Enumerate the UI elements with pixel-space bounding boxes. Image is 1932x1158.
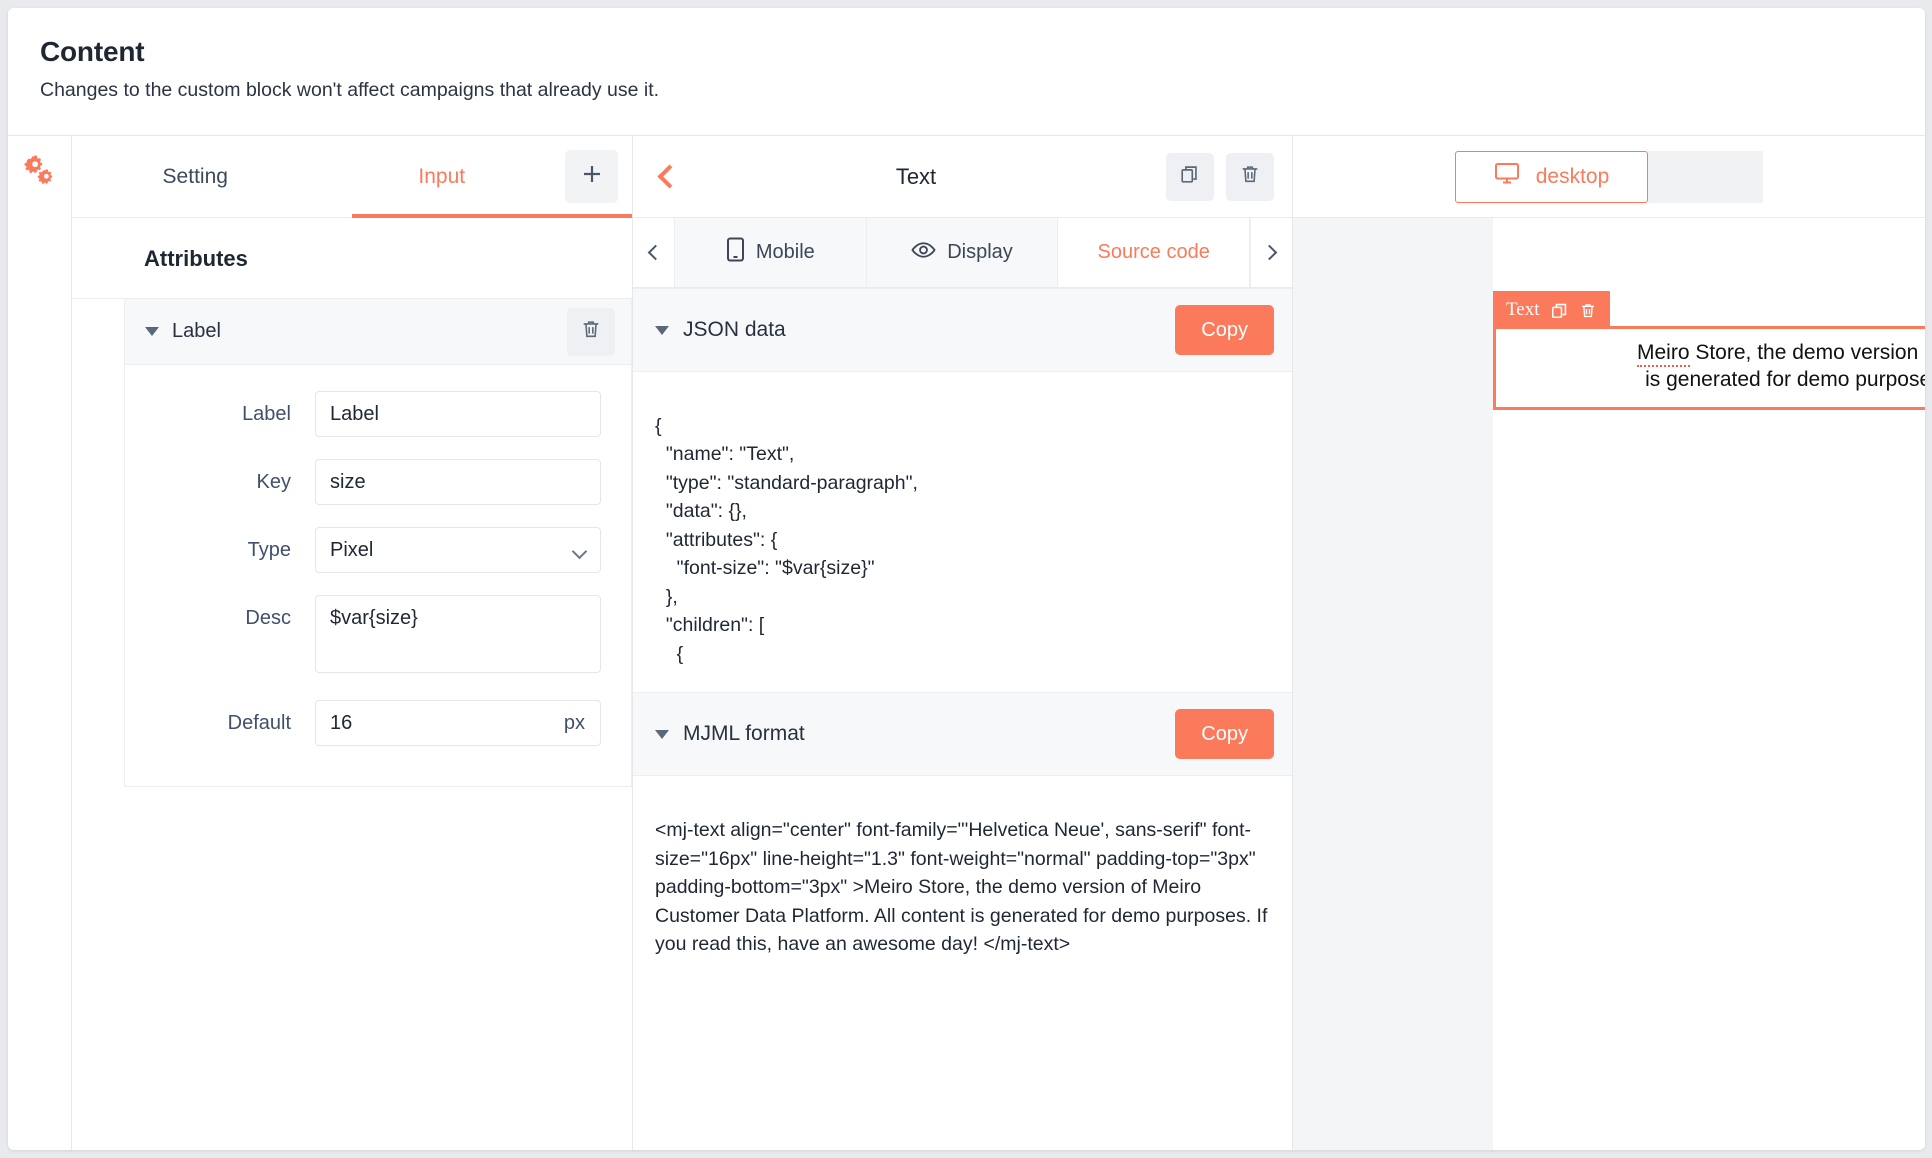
tab-mobile-label: Mobile [755,241,815,263]
device-toggle: desktop [1454,150,1764,203]
attributes-heading: Attributes [72,218,632,299]
attribute-section-header[interactable]: Label [125,299,631,365]
tab-setting[interactable]: Setting [72,136,319,218]
default-unit-suffix: px [563,712,585,734]
default-input[interactable] [315,700,601,746]
field-default: Default px [125,700,601,746]
duplicate-block-button[interactable] [1166,152,1214,201]
copy-icon [1179,163,1201,190]
trash-icon [1239,163,1261,190]
page-subtitle: Changes to the custom block won't affect… [40,79,660,101]
mjml-section-title: MJML format [683,722,805,746]
preview-block-badge: Text [1493,291,1610,329]
preview-panel: desktop Text Meiro Store, the demo versi… [1293,136,1925,1150]
preview-duplicate-button[interactable] [1550,301,1569,320]
attribute-section-title: Label [172,320,221,342]
page-title: Content [40,36,145,67]
trash-icon [580,318,602,345]
delete-attribute-button[interactable] [567,307,615,356]
source-panel: Text Mobile Display Source code JSON dat… [633,136,1293,1150]
device-toggle-spacer [1648,150,1764,203]
tab-source-code-label: Source code [1097,241,1210,263]
email-canvas: Text Meiro Store, the demo version of is… [1493,218,1925,1150]
field-label: Label [125,391,601,437]
chevron-left-icon [647,244,664,261]
chevron-right-icon [1261,244,1278,261]
preview-stage: Text Meiro Store, the demo version of is… [1293,218,1925,1150]
label-field-label: Label [242,403,291,425]
tabs-next-button[interactable] [1250,218,1293,287]
source-panel-header: Text [633,136,1292,218]
device-desktop-button[interactable]: desktop [1454,150,1649,203]
copy-mjml-button[interactable]: Copy [1175,709,1274,760]
json-section-title: JSON data [683,318,786,341]
preview-text-content: Meiro Store, the demo version of Meiro C… [1496,329,1925,407]
key-field-label: Key [256,471,291,493]
json-section-header: JSON data Copy [633,288,1292,372]
key-input[interactable] [315,459,601,505]
source-panel-title: Text [895,163,937,189]
delete-block-button[interactable] [1226,152,1274,201]
plus-icon [580,162,604,191]
add-attribute-button[interactable] [565,150,618,203]
desc-field-label: Desc [245,607,291,629]
caret-down-icon[interactable] [655,325,669,335]
tab-mobile[interactable]: Mobile [675,218,867,287]
json-code: { "name": "Text", "type": "standard-para… [655,415,918,665]
tab-display[interactable]: Display [866,218,1059,287]
settings-rail [8,136,72,1150]
preview-text-block[interactable]: Text Meiro Store, the demo version of is… [1493,291,1925,410]
preview-toolbar: desktop [1293,136,1925,218]
preview-text-line-1-mid: Store, the demo version of [1689,341,1925,364]
field-key: Key [125,459,601,505]
page-header: Content Changes to the custom block won'… [8,8,1925,136]
attributes-panel: Setting Input Attributes Label Label Lab… [72,136,633,1150]
gears-icon[interactable] [20,152,71,193]
field-desc: Desc [125,595,601,678]
attribute-fields: Label Key [125,365,631,786]
preview-text-line-2: is generated for demo purposes. If you r… [1645,367,1925,391]
tab-source-code[interactable]: Source code [1058,218,1251,287]
desc-textarea[interactable] [315,595,601,673]
preview-block-badge-label: Text [1506,299,1540,320]
preview-text-line-1: Meiro Store, the demo version of Meiro C… [1504,340,1925,367]
label-input[interactable] [315,391,601,437]
caret-down-icon[interactable] [655,729,669,739]
panel-tabs: Setting Input [72,136,632,218]
tab-input[interactable]: Input [319,136,566,218]
tabs-prev-button[interactable] [633,218,675,287]
default-field-label: Default [227,712,291,734]
copy-json-button[interactable]: Copy [1175,305,1274,355]
eye-icon [911,240,936,266]
field-type: Type [125,527,601,573]
workspace: Setting Input Attributes Label Label Lab… [8,136,1925,1150]
attribute-card: Label Label Label Key size Type Pixel De… [124,299,632,787]
preview-misspelled-word: Meiro [1636,341,1690,367]
tab-display-label: Display [947,241,1013,263]
caret-down-icon[interactable] [145,327,159,336]
mjml-section-header: MJML format Copy [633,692,1292,777]
monitor-icon [1494,162,1520,191]
mobile-icon [726,237,745,268]
preview-delete-button[interactable] [1579,301,1597,320]
device-desktop-label: desktop [1535,164,1610,188]
type-select[interactable] [315,527,601,573]
source-tabs: Mobile Display Source code [633,218,1293,288]
mjml-code: <mj-text align="center" font-family="'He… [655,819,1268,956]
type-field-label: Type [247,539,291,561]
app-window: Content Changes to the custom block won'… [8,8,1925,1150]
